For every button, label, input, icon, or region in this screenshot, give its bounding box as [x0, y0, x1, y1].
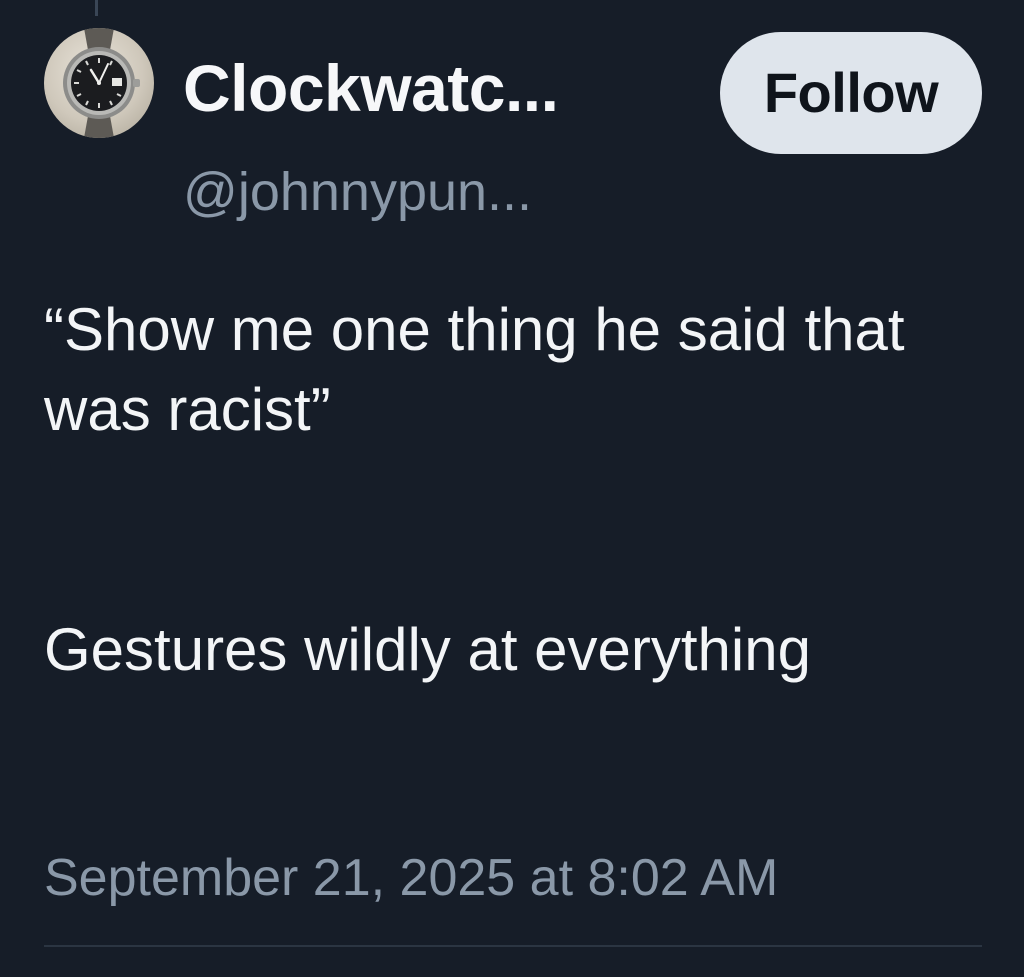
tweet-paragraph: “Show me one thing he said that was raci… [44, 296, 905, 443]
tweet-paragraph: Gestures wildly at everything [44, 616, 811, 683]
divider [44, 945, 982, 947]
wristwatch-icon [63, 28, 140, 138]
tweet-text: “Show me one thing he said that was raci… [44, 290, 984, 690]
thread-connector-line [95, 0, 98, 16]
avatar[interactable] [44, 28, 154, 138]
author-handle[interactable]: @johnnypun... [183, 160, 532, 224]
author-display-name[interactable]: Clockwatc... [183, 48, 559, 128]
follow-button[interactable]: Follow [720, 32, 982, 154]
tweet-timestamp[interactable]: September 21, 2025 at 8:02 AM [44, 845, 778, 911]
